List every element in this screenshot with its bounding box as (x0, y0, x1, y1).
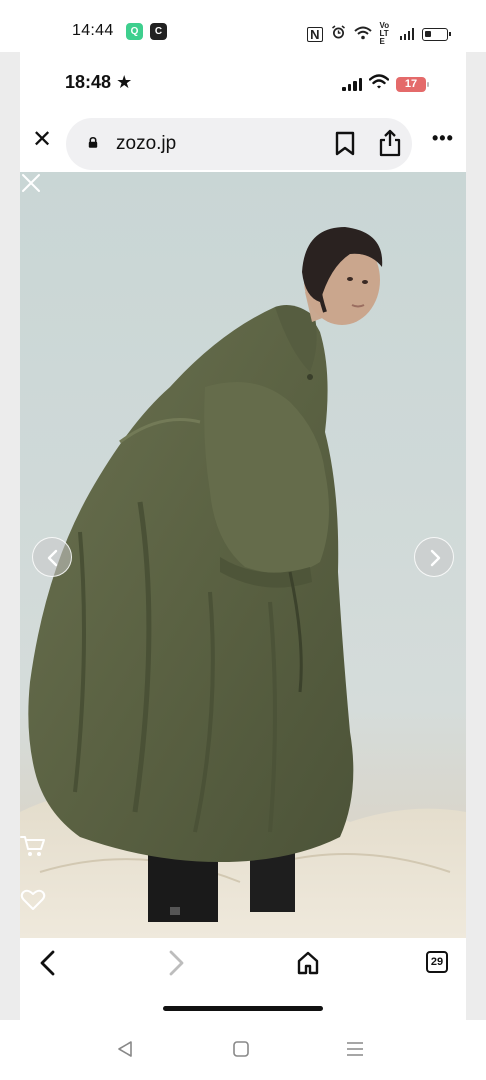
heart-icon[interactable] (20, 888, 46, 912)
url-text: zozo.jp (116, 133, 177, 154)
ios-status-bar: 18:48 ★ 17 (20, 52, 466, 114)
share-icon[interactable] (378, 129, 402, 157)
location-star-icon: ★ (116, 72, 133, 92)
home-icon[interactable] (296, 950, 320, 976)
signal-icon (399, 28, 414, 40)
browser-url-bar: ✕ zozo.jp ••• (20, 114, 466, 172)
cart-icon[interactable] (20, 834, 46, 858)
product-photo-illustration (20, 227, 466, 938)
nfc-icon: N (307, 26, 323, 42)
battery-icon: 17 (396, 76, 429, 92)
android-status-bar: 14:44 Q C N Vo LTE (0, 0, 486, 52)
ios-status-icons: 17 (342, 74, 429, 94)
browser-bottom-toolbar: 29 (20, 938, 466, 1020)
notification-q-badge: Q (126, 23, 143, 40)
alarm-icon (331, 25, 346, 43)
previous-image-button[interactable] (32, 537, 72, 577)
android-navigation-bar (0, 1020, 486, 1080)
close-icon[interactable] (20, 172, 42, 194)
forward-icon[interactable] (166, 950, 186, 976)
next-image-button[interactable] (414, 537, 454, 577)
back-triangle-icon[interactable] (116, 1040, 134, 1058)
volte-icon: Vo LTE (379, 21, 390, 46)
wifi-icon (368, 74, 390, 94)
chevron-right-icon (430, 549, 441, 567)
more-icon[interactable]: ••• (432, 128, 454, 149)
bookmark-icon[interactable] (334, 131, 356, 157)
back-icon[interactable] (38, 950, 58, 976)
battery-icon (422, 27, 451, 41)
android-status-time: 14:44 (72, 22, 114, 39)
inner-screenshot: 18:48 ★ 17 ✕ zozo.jp ••• 29 (20, 52, 466, 1020)
close-icon[interactable]: ✕ (32, 128, 56, 152)
lock-icon (88, 137, 98, 148)
signal-icon (342, 77, 362, 91)
wifi-icon (353, 26, 372, 43)
tabs-icon[interactable]: 29 (426, 951, 448, 973)
recents-menu-icon[interactable] (346, 1040, 364, 1058)
ios-status-time: 18:48 ★ (65, 72, 133, 92)
product-image[interactable] (20, 172, 466, 938)
android-status-icons: N Vo LTE (307, 21, 451, 46)
address-field[interactable]: zozo.jp (66, 118, 412, 170)
home-square-icon[interactable] (232, 1040, 250, 1058)
notification-c-badge: C (150, 23, 167, 40)
home-indicator (163, 1006, 323, 1011)
chevron-left-icon (47, 549, 58, 567)
